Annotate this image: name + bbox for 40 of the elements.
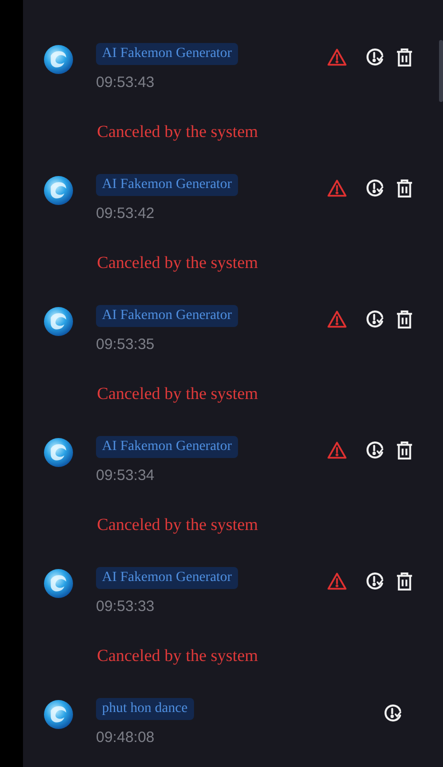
warning-icon[interactable] <box>327 441 347 459</box>
app-tag: AI Fakemon Generator <box>96 567 238 589</box>
history-icon[interactable] <box>365 571 385 591</box>
timestamp: 09:48:08 <box>96 729 156 747</box>
history-icon[interactable] <box>365 47 385 67</box>
status-message: Canceled by the system <box>97 514 258 536</box>
timestamp: 09:53:43 <box>96 74 156 92</box>
warning-icon[interactable] <box>327 179 347 197</box>
history-icon[interactable] <box>365 178 385 198</box>
app-tag: phut hon dance <box>96 698 194 720</box>
swirl-logo-icon <box>43 699 74 730</box>
timestamp: 09:53:33 <box>96 598 156 616</box>
trash-icon[interactable] <box>396 440 413 460</box>
status-message: Canceled by the system <box>97 383 258 405</box>
status-message: Canceled by the system <box>97 645 258 667</box>
swirl-logo-icon <box>43 568 74 599</box>
timestamp: 09:53:34 <box>96 467 156 485</box>
history-icon[interactable] <box>365 440 385 460</box>
app-tag: AI Fakemon Generator <box>96 174 238 196</box>
timestamp: 09:53:35 <box>96 336 156 354</box>
app-tag: AI Fakemon Generator <box>96 43 238 65</box>
warning-icon[interactable] <box>327 48 347 66</box>
app-tag: AI Fakemon Generator <box>96 305 238 327</box>
timestamp: 09:53:42 <box>96 205 156 223</box>
swirl-logo-icon <box>43 175 74 206</box>
trash-icon[interactable] <box>396 310 413 328</box>
trash-icon[interactable] <box>396 48 413 66</box>
app-tag: AI Fakemon Generator <box>96 436 238 458</box>
warning-icon[interactable] <box>327 572 347 590</box>
status-message: Canceled by the system <box>97 252 258 274</box>
warning-icon[interactable] <box>327 310 347 328</box>
trash-icon[interactable] <box>396 572 413 590</box>
swirl-logo-icon <box>43 44 74 75</box>
trash-icon[interactable] <box>396 178 413 198</box>
history-icon[interactable] <box>365 309 385 329</box>
swirl-logo-icon <box>43 306 74 337</box>
history-icon[interactable] <box>383 703 403 723</box>
status-message: Canceled by the system <box>97 121 258 143</box>
swirl-logo-icon <box>43 437 74 468</box>
scrollbar-thumb[interactable] <box>439 40 443 102</box>
